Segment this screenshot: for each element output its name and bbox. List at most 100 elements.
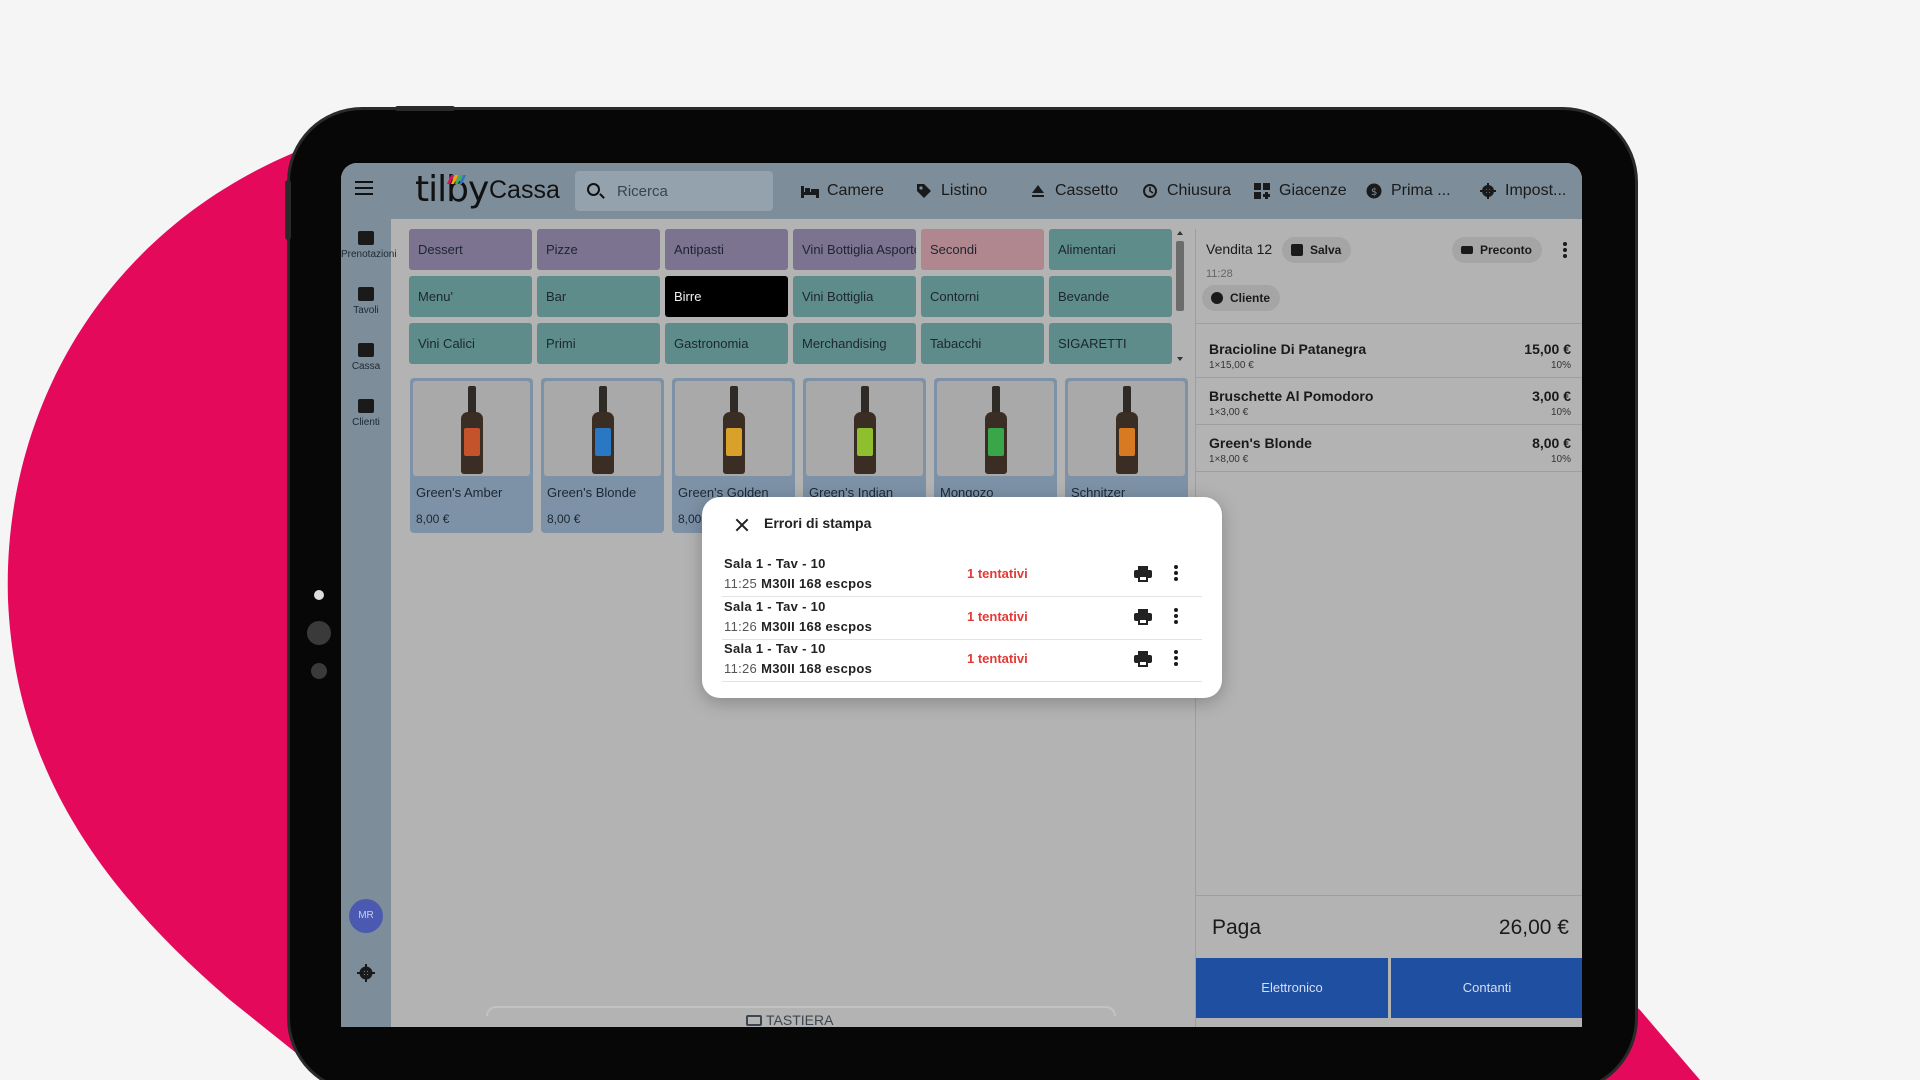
keyboard-icon: [746, 1015, 762, 1026]
search-input[interactable]: [617, 181, 757, 201]
sale-more-icon[interactable]: [1563, 242, 1567, 260]
beer-bottle-icon: [984, 386, 1007, 474]
reprint-printer-icon[interactable]: [1134, 608, 1152, 625]
pay-cash-button[interactable]: Contanti: [1391, 958, 1582, 1018]
item-name: Green's Blonde: [1209, 435, 1312, 451]
item-quantity: 1×15,00 €: [1209, 360, 1254, 371]
category-button[interactable]: Secondi: [921, 229, 1044, 270]
print-error-row: Sala 1 - Tav - 10 11:26 M30II 168 escpos 1 …: [722, 639, 1202, 682]
nav-cassetto-label: Cassetto: [1055, 182, 1119, 199]
sale-header: Vendita 12 Salva 11:28 Cliente Preconto: [1196, 229, 1582, 324]
receipt-label: Preconto: [1480, 243, 1533, 257]
product-image: [544, 381, 661, 476]
beer-bottle-icon: [591, 386, 614, 474]
scroll-down-arrow-icon[interactable]: [1177, 357, 1183, 361]
product-tile[interactable]: Green's Amber 8,00 €: [410, 378, 533, 533]
item-name: Bracioline Di Patanegra: [1209, 341, 1367, 357]
category-button[interactable]: Antipasti: [665, 229, 788, 270]
customer-button[interactable]: Cliente: [1202, 285, 1281, 311]
rail-item-prenotazioni[interactable]: Prenotazioni: [341, 231, 397, 260]
reprint-printer-icon[interactable]: [1134, 566, 1152, 582]
row-more-icon[interactable]: [1174, 565, 1178, 583]
print-error-row: Sala 1 - Tav - 10 11:26 M30II 168 escpos 1 …: [722, 597, 1202, 640]
tablet-side-button: [285, 180, 291, 240]
error-location: Sala 1 - Tav - 10: [724, 556, 826, 571]
category-button[interactable]: SIGARETTI: [1049, 323, 1172, 364]
error-location: Sala 1 - Tav - 10: [724, 598, 826, 614]
category-button[interactable]: Alimentari: [1049, 229, 1172, 270]
nav-listino[interactable]: Listino: [915, 163, 987, 219]
product-price: 8,00 €: [416, 512, 450, 526]
smiley-icon: [1211, 292, 1223, 304]
rail-item-tavoli[interactable]: Tavoli: [341, 287, 391, 316]
payment-section: Paga 26,00 € Elettronico Contanti: [1196, 895, 1582, 1027]
close-icon[interactable]: [735, 518, 749, 532]
sale-line-item[interactable]: Bruschette Al Pomodoro 1×3,00 € 3,00 € 10%: [1196, 378, 1582, 425]
calendar-icon: [358, 231, 374, 245]
tables-icon: [358, 287, 374, 301]
nav-camere[interactable]: Camere: [801, 163, 884, 219]
keyboard-toggle[interactable]: TASTIERA: [746, 1012, 833, 1027]
category-button[interactable]: Birre: [665, 276, 788, 317]
sale-line-item[interactable]: Green's Blonde 1×8,00 € 8,00 € 10%: [1196, 425, 1582, 472]
category-button[interactable]: Gastronomia: [665, 323, 788, 364]
category-button[interactable]: Vini Bottiglia Asporto: [793, 229, 916, 270]
rail-item-cassa[interactable]: Cassa: [341, 343, 391, 372]
pay-electronic-button[interactable]: Elettronico: [1196, 958, 1388, 1018]
product-price: 8,00: [678, 512, 702, 526]
left-rail: Prenotazioni Tavoli Cassa Clienti MR: [341, 219, 397, 1027]
nav-impostazioni[interactable]: Impost...: [1479, 163, 1566, 219]
category-button[interactable]: Merchandising: [793, 323, 916, 364]
people-icon: [358, 399, 374, 413]
category-button[interactable]: Bevande: [1049, 276, 1172, 317]
category-button[interactable]: Vini Bottiglia: [793, 276, 916, 317]
search-box[interactable]: [575, 171, 773, 211]
nav-giacenze[interactable]: Giacenze: [1253, 163, 1347, 219]
list-icon: [1461, 246, 1473, 254]
category-button[interactable]: Tabacchi: [921, 323, 1044, 364]
item-vat: 10%: [1550, 360, 1571, 371]
currency-icon: $: [1365, 183, 1383, 199]
row-more-icon[interactable]: [1174, 607, 1178, 626]
receipt-button[interactable]: Preconto: [1452, 237, 1543, 263]
scrollbar-thumb[interactable]: [1176, 241, 1184, 311]
product-tile[interactable]: Green's Blonde 8,00 €: [541, 378, 664, 533]
tablet-top-button: [395, 106, 455, 111]
product-image: [1068, 381, 1185, 476]
category-button[interactable]: Bar: [537, 276, 660, 317]
reprint-printer-icon[interactable]: [1134, 651, 1152, 667]
category-button[interactable]: Contorni: [921, 276, 1044, 317]
error-location: Sala 1 - Tav - 10: [724, 641, 826, 656]
keyboard-label: TASTIERA: [766, 1012, 834, 1027]
product-image: [675, 381, 792, 476]
nav-impostazioni-label: Impost...: [1505, 182, 1567, 199]
nav-prima-nota[interactable]: $ Prima ...: [1365, 163, 1451, 219]
avatar[interactable]: MR: [349, 899, 383, 933]
save-button[interactable]: Salva: [1282, 237, 1352, 263]
sale-title: Vendita 12: [1206, 241, 1273, 257]
nav-chiusura[interactable]: Chiusura: [1141, 163, 1231, 219]
tag-icon: [915, 183, 933, 199]
category-button[interactable]: Pizze: [537, 229, 660, 270]
error-time-printer: 11:26 M30II 168 escpos: [724, 619, 872, 634]
category-button[interactable]: Primi: [537, 323, 660, 364]
category-button[interactable]: Vini Calici: [409, 323, 532, 364]
sale-line-item[interactable]: Bracioline Di Patanegra 1×15,00 € 15,00 € 1…: [1196, 331, 1582, 378]
hamburger-icon[interactable]: [355, 181, 373, 195]
product-name: Green's Amber: [416, 485, 503, 500]
scroll-up-arrow-icon[interactable]: [1177, 231, 1183, 235]
sale-time: 11:28: [1206, 268, 1233, 280]
category-scrollbar[interactable]: [1174, 229, 1186, 364]
category-button[interactable]: Menu': [409, 276, 532, 317]
nav-cassetto[interactable]: Cassetto: [1029, 163, 1118, 219]
row-more-icon[interactable]: [1174, 650, 1178, 668]
item-vat: 10%: [1550, 407, 1571, 418]
beer-bottle-icon: [1115, 386, 1138, 474]
settings-gear-icon[interactable]: [357, 964, 375, 982]
beer-bottle-icon: [460, 386, 483, 474]
category-button[interactable]: Dessert: [409, 229, 532, 270]
save-icon: [1291, 244, 1303, 256]
eject-icon: [1029, 183, 1047, 199]
rail-item-clienti[interactable]: Clienti: [341, 399, 391, 428]
nav-camere-label: Camere: [827, 182, 884, 199]
